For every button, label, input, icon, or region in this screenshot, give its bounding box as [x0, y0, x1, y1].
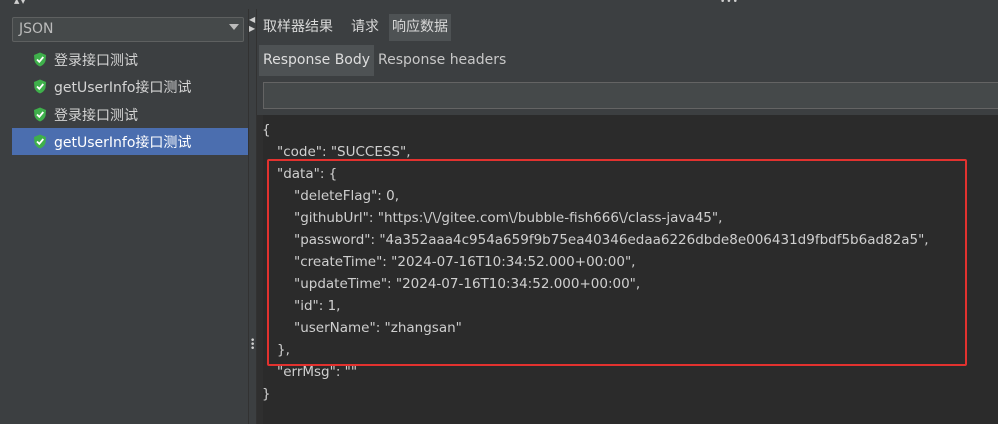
success-shield-icon	[34, 107, 46, 122]
renderer-select-value: JSON	[19, 21, 54, 37]
collapse-arrows-icon[interactable]: ◀ ▶	[249, 15, 255, 33]
renderer-select[interactable]: JSON	[12, 17, 244, 42]
result-item[interactable]: 登录接口测试	[12, 46, 248, 73]
result-item[interactable]: getUserInfo接口测试	[12, 73, 248, 100]
result-item-label: 登录接口测试	[54, 53, 138, 69]
drag-handle-icon[interactable]: •••	[250, 337, 255, 354]
result-item-label: getUserInfo接口测试	[54, 80, 192, 96]
result-item-label: 登录接口测试	[54, 108, 138, 124]
tab-response-data[interactable]: 响应数据	[389, 14, 451, 41]
collapse-arrows-icon[interactable]: ▲▼	[14, 0, 27, 5]
response-body-viewer[interactable]: { "code": "SUCCESS", "data": { "deleteFl…	[257, 115, 998, 424]
top-divider[interactable]: ▲▼ •••	[0, 0, 998, 9]
tab-request[interactable]: 请求	[348, 14, 382, 41]
tab-response-body[interactable]: Response Body	[259, 45, 375, 76]
response-subtabs: Response Body Response headers	[257, 45, 998, 76]
success-shield-icon	[34, 134, 46, 149]
chevron-down-icon[interactable]	[229, 24, 239, 30]
tab-sampler-result[interactable]: 取样器结果	[260, 14, 336, 41]
result-item-selected[interactable]: getUserInfo接口测试	[12, 128, 248, 155]
results-tree-panel: JSON 登录接口测试 getUserInfo接口测试 登录接口测试 getUs…	[0, 9, 248, 424]
json-line: {	[262, 122, 271, 138]
result-item-label: getUserInfo接口测试	[54, 135, 192, 151]
left-gutter	[257, 115, 263, 424]
vertical-splitter[interactable]: ◀ ▶ • • •	[248, 9, 257, 424]
success-shield-icon	[34, 52, 46, 67]
result-item[interactable]: 登录接口测试	[12, 101, 248, 128]
tab-response-headers[interactable]: Response headers	[374, 45, 510, 76]
success-shield-icon	[34, 79, 46, 94]
drag-handle-icon[interactable]: •••	[720, 0, 739, 7]
result-detail-panel: 取样器结果 请求 响应数据 Response Body Response hea…	[257, 9, 998, 424]
annotation-highlight-box	[267, 159, 967, 366]
json-line: }	[262, 386, 271, 402]
search-input[interactable]	[263, 82, 998, 109]
